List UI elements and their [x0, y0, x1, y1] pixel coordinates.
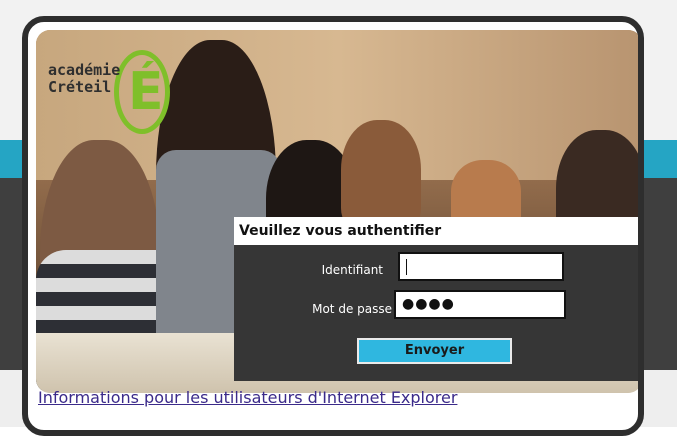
auth-title: Veuillez vous authentifier — [234, 217, 638, 245]
login-modal: É académie Créteil Veuillez vous authent… — [22, 16, 644, 436]
text-caret — [406, 258, 407, 275]
auth-panel: Veuillez vous authentifier Identifiant M… — [234, 217, 638, 381]
logo-line2: Créteil — [48, 78, 112, 96]
identifiant-label: Identifiant — [321, 263, 383, 277]
submit-button[interactable]: Envoyer — [357, 338, 512, 364]
academie-creteil-logo: É académie Créteil — [44, 40, 174, 140]
background-photo: É académie Créteil Veuillez vous authent… — [36, 30, 638, 393]
logo-letter: É — [128, 62, 164, 122]
photo-person — [341, 120, 421, 230]
logo-text: académie Créteil — [48, 62, 120, 96]
password-value: ●●●● — [402, 296, 455, 312]
password-input[interactable]: ●●●● — [394, 290, 566, 319]
ie-info-link[interactable]: Informations pour les utilisateurs d'Int… — [38, 388, 457, 407]
logo-line1: académie — [48, 61, 121, 79]
password-label: Mot de passe — [312, 302, 392, 316]
identifiant-input[interactable] — [398, 252, 564, 281]
